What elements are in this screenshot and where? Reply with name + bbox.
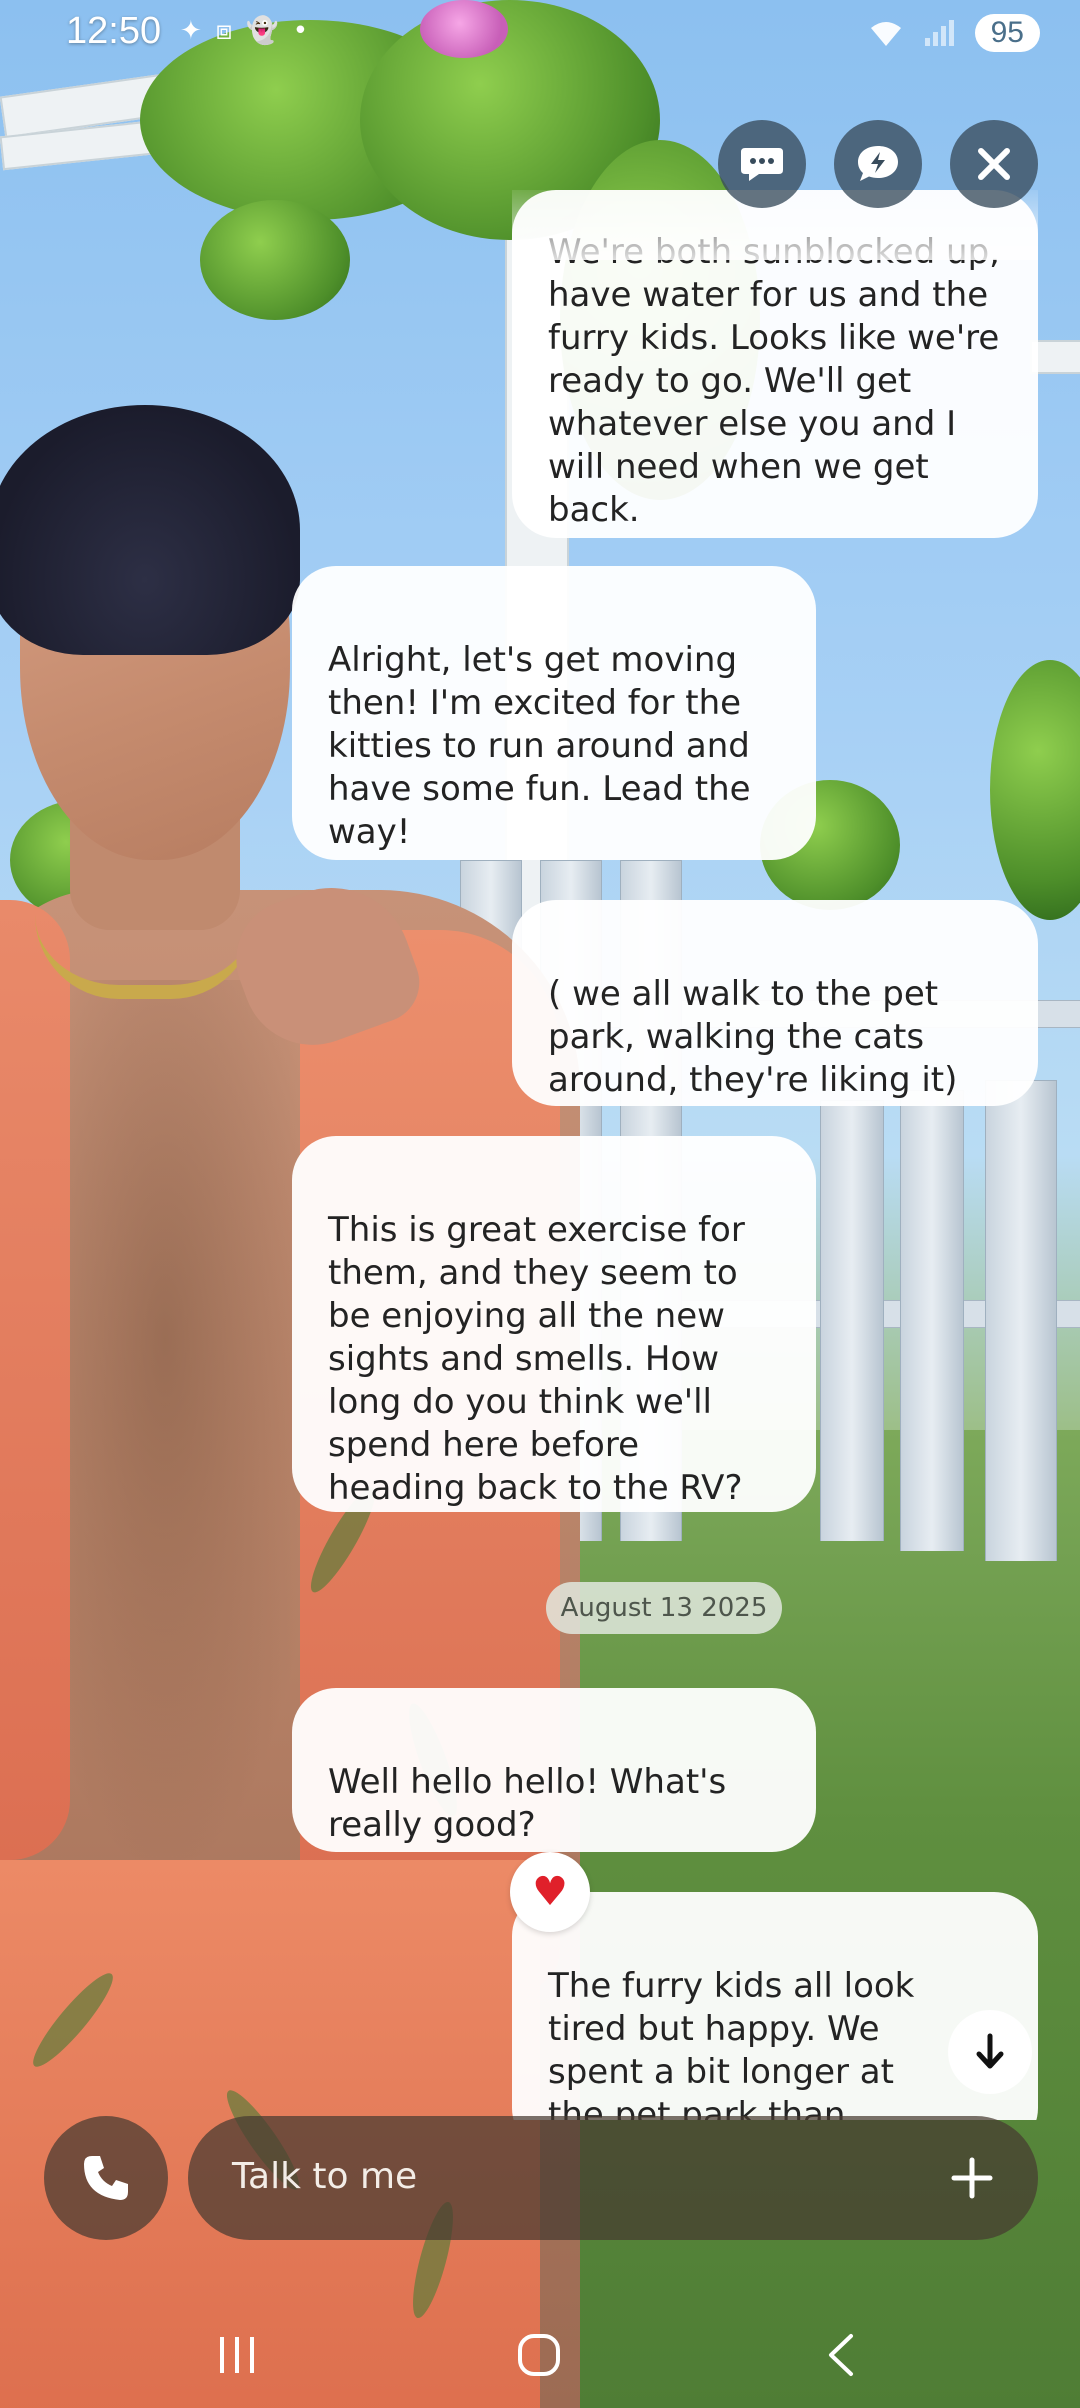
message-text: The furry kids all look tired but happy.… (548, 1966, 915, 2120)
back-button[interactable] (806, 2320, 876, 2390)
back-icon (829, 2334, 853, 2376)
close-button[interactable] (950, 120, 1038, 208)
chat-thread[interactable]: We're both sunblocked up, have water for… (0, 0, 1080, 2120)
heart-reaction[interactable]: ♥ (510, 1852, 590, 1932)
quick-reply-button[interactable] (834, 120, 922, 208)
add-button[interactable] (942, 2148, 1002, 2208)
close-icon (978, 148, 1010, 180)
message-bubble-bot: This is great exercise for them, and the… (292, 1136, 816, 1512)
date-separator: August 13 2025 (546, 1582, 782, 1634)
message-input-placeholder: Talk to me (232, 2156, 418, 2197)
chat-mode-button[interactable] (718, 120, 806, 208)
message-text: Alright, let's get moving then! I'm exci… (328, 640, 751, 852)
chat-mode-icon (741, 148, 783, 181)
scroll-to-bottom-button[interactable] (948, 2010, 1032, 2094)
plus-icon (951, 2157, 993, 2199)
message-input[interactable]: Talk to me (188, 2116, 1038, 2240)
message-text: ( we all walk to the pet park, walking t… (548, 974, 958, 1100)
message-bubble-bot: Alright, let's get moving then! I'm exci… (292, 566, 816, 860)
arrow-down-icon (976, 2033, 1004, 2069)
message-text: Well hello hello! What's really good? (328, 1762, 727, 1845)
quick-reply-icon (858, 146, 898, 181)
recent-apps-button[interactable] (202, 2320, 272, 2390)
home-button[interactable] (504, 2320, 574, 2390)
message-bubble-user: ( we all walk to the pet park, walking t… (512, 900, 1038, 1106)
message-bubble-bot: Well hello hello! What's really good? (292, 1688, 816, 1852)
call-button[interactable] (44, 2116, 168, 2240)
message-bubble-user: The furry kids all look tired but happy.… (512, 1892, 1038, 2120)
heart-icon: ♥ (532, 1869, 568, 1915)
navigation-bar (0, 2290, 1080, 2408)
message-text: We're both sunblocked up, have water for… (548, 232, 1000, 530)
message-text: This is great exercise for them, and the… (328, 1210, 745, 1508)
phone-icon (84, 2156, 128, 2200)
recent-apps-icon (220, 2337, 254, 2373)
home-icon (518, 2334, 560, 2376)
